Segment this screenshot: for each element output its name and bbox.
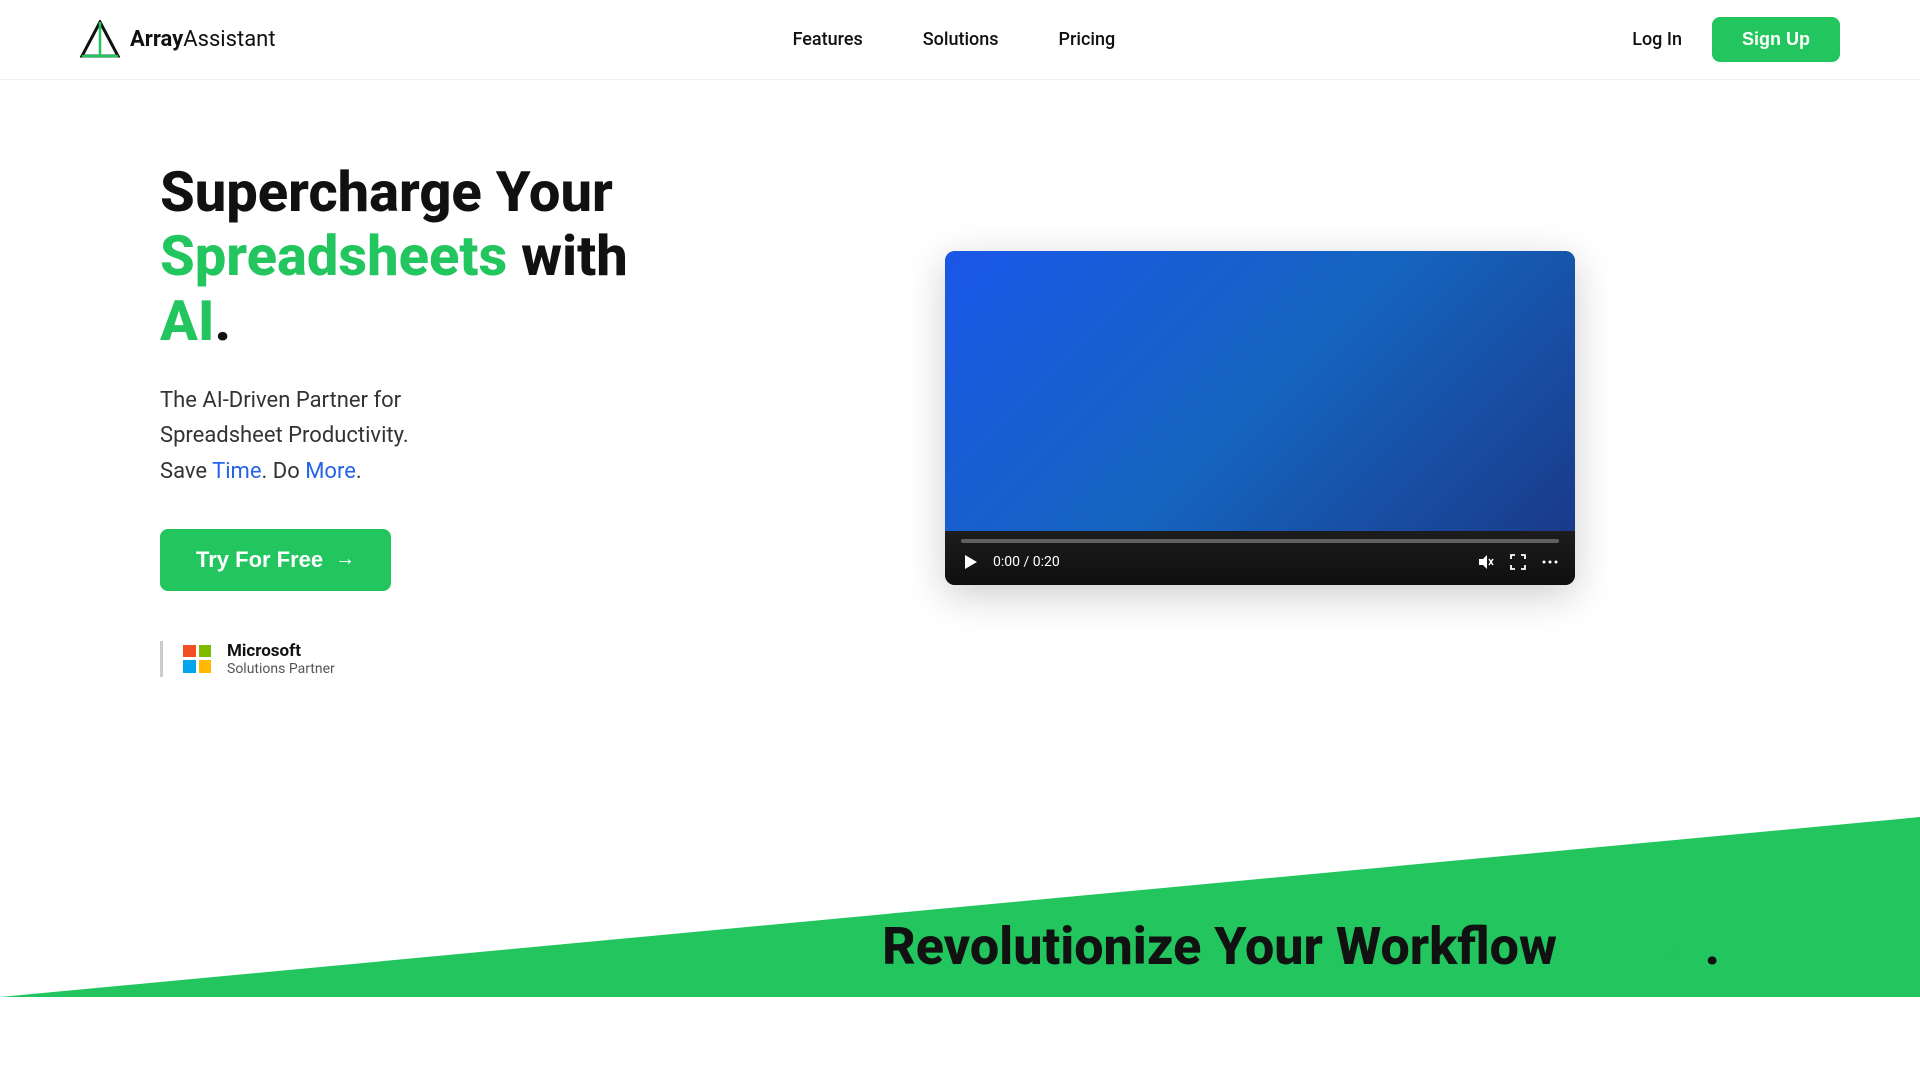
login-link[interactable]: Log In xyxy=(1632,29,1682,50)
nav-item-pricing[interactable]: Pricing xyxy=(1059,29,1116,50)
nav-links: Features Solutions Pricing xyxy=(793,29,1116,50)
nav-item-features[interactable]: Features xyxy=(793,29,863,50)
microsoft-partner-text: Microsoft Solutions Partner xyxy=(227,641,335,677)
mute-button[interactable] xyxy=(1477,553,1495,571)
hero-content: Supercharge Your Spreadsheets with AI. T… xyxy=(160,160,680,677)
bottom-cta-text: Revolutionize Your Workflow Today. xyxy=(882,916,1720,977)
nav-auth: Log In Sign Up xyxy=(1632,17,1840,62)
video-player[interactable]: 0:00 / 0:20 xyxy=(945,251,1575,585)
signup-button[interactable]: Sign Up xyxy=(1712,17,1840,62)
microsoft-partner-badge: Microsoft Solutions Partner xyxy=(160,641,680,677)
logo-text: ArrayAssistant xyxy=(130,27,276,52)
volume-icon xyxy=(1477,553,1495,571)
more-icon xyxy=(1541,553,1559,571)
bottom-section: Revolutionize Your Workflow Today. xyxy=(0,737,1920,997)
fullscreen-icon xyxy=(1509,553,1527,571)
logo-icon xyxy=(80,20,120,60)
video-right-controls xyxy=(1477,553,1559,571)
video-controls: 0:00 / 0:20 xyxy=(945,531,1575,585)
hero-video-area: 0:00 / 0:20 xyxy=(760,251,1760,585)
hero-subtitle: The AI-Driven Partner for Spreadsheet Pr… xyxy=(160,383,680,489)
play-icon xyxy=(961,553,979,571)
fullscreen-button[interactable] xyxy=(1509,553,1527,571)
more-options-button[interactable] xyxy=(1541,553,1559,571)
microsoft-logo-icon xyxy=(183,645,211,673)
hero-title: Supercharge Your Spreadsheets with AI. xyxy=(160,160,680,353)
logo[interactable]: ArrayAssistant xyxy=(80,20,276,60)
video-left-controls: 0:00 / 0:20 xyxy=(961,553,1060,571)
video-time: 0:00 / 0:20 xyxy=(993,554,1060,570)
hero-section: Supercharge Your Spreadsheets with AI. T… xyxy=(0,80,1920,737)
navbar: ArrayAssistant Features Solutions Pricin… xyxy=(0,0,1920,80)
nav-item-solutions[interactable]: Solutions xyxy=(923,29,999,50)
arrow-icon: → xyxy=(335,548,355,571)
try-for-free-button[interactable]: Try For Free → xyxy=(160,529,391,591)
video-thumbnail xyxy=(945,251,1575,531)
play-button[interactable] xyxy=(961,553,979,571)
video-controls-row: 0:00 / 0:20 xyxy=(961,553,1559,571)
video-progress-bar[interactable] xyxy=(961,539,1559,543)
